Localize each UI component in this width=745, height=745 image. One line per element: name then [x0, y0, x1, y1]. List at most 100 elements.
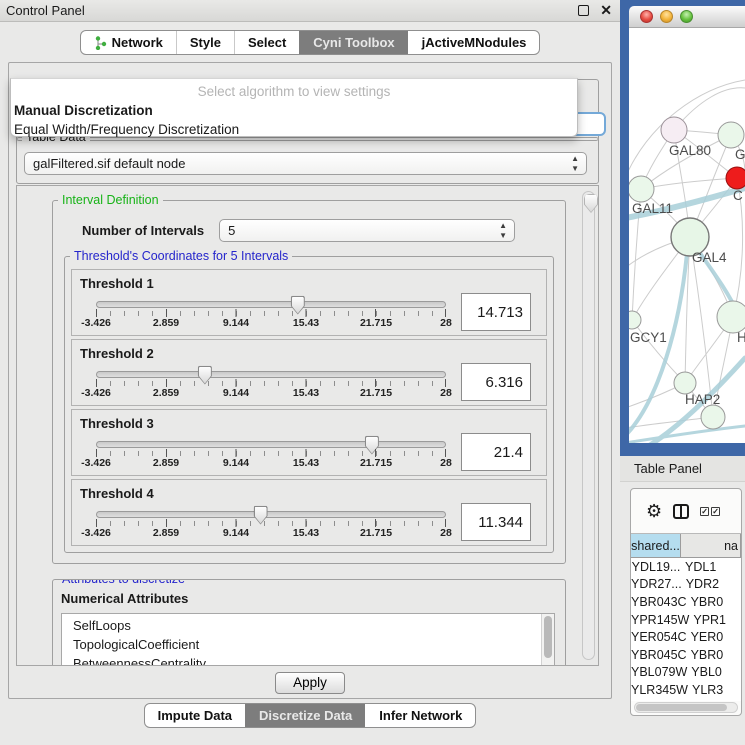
threshold-4-label: Threshold 4 [80, 486, 531, 501]
node-top-right[interactable] [718, 122, 744, 148]
table-row[interactable]: YPR145WYPR1 [631, 611, 741, 629]
gear-icon[interactable]: ⚙ [646, 502, 662, 520]
cyni-toolbox-panel: Discretization Algorithm Table Data galF… [8, 62, 612, 699]
slider-ticks [96, 379, 446, 387]
checkbox-icon: ✓ [711, 507, 720, 516]
threshold-2-slider[interactable]: -3.426 2.859 9.144 15.43 21.715 28 [96, 365, 446, 400]
threshold-3-value-field[interactable]: 21.4 [461, 433, 531, 471]
network-icon [94, 36, 107, 50]
table-row[interactable]: YBR045CYBR0 [631, 646, 741, 664]
interval-definition-legend: Interval Definition [58, 193, 163, 207]
zoom-traffic-light-icon[interactable] [680, 10, 693, 23]
tab-infer-network[interactable]: Infer Network [365, 704, 475, 727]
threshold-1-label: Threshold 1 [80, 276, 531, 291]
table-row[interactable]: YIL052CYIL0 [631, 699, 741, 701]
node-label: H [737, 330, 745, 345]
table-row[interactable]: YBL079WYBL0 [631, 664, 741, 682]
node-label: C [733, 188, 743, 203]
top-tab-row: Network Style Select Cyni Toolbox jActiv… [0, 30, 620, 55]
list-scrollbar[interactable] [541, 614, 554, 666]
threshold-4-slider[interactable]: -3.426 2.859 9.144 15.43 21.715 28 [96, 505, 446, 540]
node-table: shared... na YDL19...YDL1 YDR27...YDR2 Y… [631, 533, 741, 701]
table-data-combobox[interactable]: galFiltered.sif default node ▲▼ [24, 152, 587, 175]
network-window-titlebar [629, 6, 745, 28]
node-gcy1[interactable] [629, 311, 641, 329]
node-label: GAL4 [692, 250, 727, 265]
tab-network[interactable]: Network [81, 31, 176, 54]
list-item[interactable]: TopologicalCoefficient [73, 635, 540, 654]
tab-discretize-data[interactable]: Discretize Data [245, 704, 365, 727]
apply-button[interactable]: Apply [275, 672, 345, 694]
tab-cyni-toolbox[interactable]: Cyni Toolbox [299, 31, 407, 54]
menu-item-equal-width-frequency[interactable]: Equal Width/Frequency Discretization [11, 122, 577, 138]
number-of-intervals-label: Number of Intervals [82, 223, 204, 238]
threshold-1-slider[interactable]: -3.426 2.859 9.144 15.43 21.715 28 [96, 295, 446, 330]
node-gal80[interactable] [661, 117, 687, 143]
numerical-attributes-list[interactable]: SelfLoops TopologicalCoefficient Between… [61, 613, 555, 666]
interval-definition-group: Interval Definition Number of Intervals … [52, 200, 566, 564]
slider-ticks [96, 309, 446, 317]
network-canvas[interactable]: GAL80 GA C GAL11 GAL4 GCY1 H HAP2 [629, 28, 745, 443]
threshold-3-slider[interactable]: -3.426 2.859 9.144 15.43 21.715 28 [96, 435, 446, 470]
column-header-shared-name[interactable]: shared... [631, 534, 681, 557]
node-label: GCY1 [630, 330, 667, 345]
table-panel-toolbar: ⚙ ✓ ✓ [631, 489, 741, 533]
control-panel-titlebar: Control Panel ✕ [0, 0, 620, 22]
table-panel-section: Table Panel ⚙ ✓ ✓ shared... na YDL19...Y… [620, 456, 745, 745]
table-row[interactable]: YDR27...YDR2 [631, 576, 741, 594]
threshold-4-box: Threshold 4 -3.426 2.859 9.144 15.43 [71, 479, 547, 546]
settings-scroll-area: Interval Definition Number of Intervals … [16, 185, 599, 666]
threshold-4-value-field[interactable]: 11.344 [461, 503, 531, 541]
table-horizontal-scrollbar[interactable] [634, 702, 738, 713]
table-row[interactable]: YER054CYER0 [631, 628, 741, 646]
slider-ticks [96, 449, 446, 457]
table-data-group: Table Data galFiltered.sif default node … [16, 137, 599, 184]
close-icon[interactable]: ✕ [600, 0, 612, 21]
table-row[interactable]: YLR345WYLR3 [631, 681, 741, 699]
column-header-name[interactable]: na [681, 534, 741, 557]
node-bottom[interactable] [701, 405, 725, 429]
threshold-2-box: Threshold 2 -3.426 2.859 9.144 15.43 [71, 339, 547, 406]
tab-impute-data[interactable]: Impute Data [145, 704, 245, 727]
node-label: GAL80 [669, 143, 711, 158]
tab-jactivemnodules[interactable]: jActiveMNodules [408, 31, 540, 54]
list-item[interactable]: SelfLoops [73, 616, 540, 635]
attributes-legend: Attributes to discretize [58, 579, 189, 586]
close-traffic-light-icon[interactable] [640, 10, 653, 23]
number-of-intervals-combobox[interactable]: 5 ▲▼ [219, 219, 515, 242]
threshold-3-label: Threshold 3 [80, 416, 531, 431]
tab-style[interactable]: Style [176, 31, 234, 54]
node-label: GA [735, 147, 745, 162]
threshold-3-box: Threshold 3 -3.426 2.859 9.144 15.43 [71, 409, 547, 476]
main-vertical-scrollbar[interactable] [582, 191, 595, 660]
stepper-arrows-icon: ▲▼ [571, 154, 579, 174]
threshold-1-value-field[interactable]: 14.713 [461, 293, 531, 331]
table-row[interactable]: YBR043CYBR0 [631, 593, 741, 611]
list-item[interactable]: BetweennessCentrality [73, 654, 540, 666]
threshold-1-box: Threshold 1 -3.426 2.859 9.144 15.43 [71, 269, 547, 336]
node-red-selected[interactable] [726, 167, 745, 189]
table-row[interactable]: YDL19...YDL1 [631, 558, 741, 576]
tab-select[interactable]: Select [234, 31, 299, 54]
columns-icon[interactable] [673, 504, 689, 519]
threshold-2-value-field[interactable]: 6.316 [461, 363, 531, 401]
select-columns-icons[interactable]: ✓ ✓ [700, 507, 720, 516]
node-label: GAL11 [632, 201, 673, 216]
table-panel-box: ⚙ ✓ ✓ shared... na YDL19...YDL1 YDR27...… [630, 488, 742, 716]
right-column: GAL80 GA C GAL11 GAL4 GCY1 H HAP2 Table … [620, 0, 745, 745]
node-hap2[interactable] [674, 372, 696, 394]
minimize-traffic-light-icon[interactable] [660, 10, 673, 23]
table-panel-title: Table Panel [620, 456, 745, 482]
thresholds-group: Threshold's Coordinates for 5 Intervals … [64, 256, 554, 553]
algorithm-placeholder: Select algorithm to view settings [11, 84, 577, 99]
float-window-icon[interactable] [578, 5, 589, 16]
attributes-group: Attributes to discretize Numerical Attri… [52, 579, 566, 666]
node-gal11[interactable] [629, 176, 654, 202]
slider-ticks [96, 519, 446, 527]
stepper-arrows-icon: ▲▼ [499, 221, 507, 241]
node-h[interactable] [717, 301, 745, 333]
threshold-2-label: Threshold 2 [80, 346, 531, 361]
panel-title: Control Panel [6, 3, 85, 18]
menu-item-manual-discretization[interactable]: Manual Discretization [11, 103, 577, 119]
control-panel-window: Control Panel ✕ Network Style Select Cyn… [0, 0, 620, 745]
